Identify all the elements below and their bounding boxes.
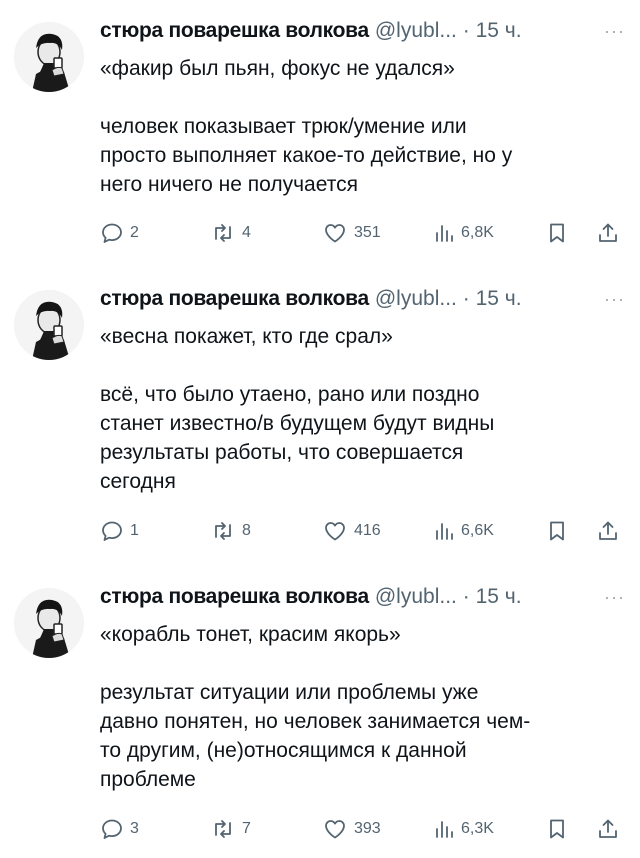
share-upload-icon [596, 519, 620, 543]
timestamp[interactable]: 15 ч. [476, 19, 522, 42]
tweet-header: стюра поварешка волкова @lyubl... · 15 ч.… [100, 16, 625, 46]
bookmark-button[interactable] [546, 218, 568, 248]
tweet-text: «факир был пьян, фокус не удался» челове… [100, 54, 620, 199]
tweet[interactable]: стюра поварешка волкова @lyubl... · 15 ч.… [0, 16, 640, 266]
reply-button[interactable]: 3 [100, 814, 139, 844]
repost-button[interactable]: 4 [210, 218, 251, 248]
speech-bubble-icon [100, 817, 124, 841]
separator-dot: · [462, 19, 470, 42]
repost-count: 7 [242, 820, 251, 837]
bookmark-icon [546, 221, 568, 245]
more-options-icon[interactable]: ··· [604, 284, 625, 314]
views-button[interactable]: 6,8K [433, 218, 494, 248]
speech-bubble-icon [100, 221, 124, 245]
like-count: 393 [354, 820, 381, 837]
author-handle[interactable]: @lyubl... [375, 287, 457, 310]
bar-chart-icon [433, 817, 455, 841]
separator-dot: · [462, 287, 470, 310]
avatar[interactable] [14, 290, 84, 360]
repost-button[interactable]: 7 [210, 814, 251, 844]
bar-chart-icon [433, 519, 455, 543]
speech-bubble-icon [100, 519, 124, 543]
share-upload-icon [596, 817, 620, 841]
tweet-quote: «корабль тонет, красим якорь» [100, 623, 401, 646]
separator-dot: · [462, 585, 470, 608]
bookmark-icon [546, 519, 568, 543]
repost-count: 8 [242, 522, 251, 539]
views-count: 6,6K [461, 522, 494, 539]
tweet[interactable]: стюра поварешка волкова @lyubl... · 15 ч.… [0, 284, 640, 564]
tweet-body-line: сегодня [100, 470, 176, 493]
tweet-text: «корабль тонет, красим якорь» результат … [100, 620, 620, 794]
heart-icon [322, 519, 348, 543]
tweet-quote: «факир был пьян, фокус не удался» [100, 57, 455, 80]
views-count: 6,8K [461, 224, 494, 241]
author-handle[interactable]: @lyubl... [375, 585, 457, 608]
tweet-body-line: проблеме [100, 768, 196, 791]
share-upload-icon [596, 221, 620, 245]
author-handle[interactable]: @lyubl... [375, 19, 457, 42]
tweet-body-line: результаты работы, что совершается [100, 441, 464, 464]
reply-count: 3 [130, 820, 139, 837]
reply-count: 1 [130, 522, 139, 539]
share-button[interactable] [596, 814, 620, 844]
more-options-icon[interactable]: ··· [604, 16, 625, 46]
bookmark-icon [546, 817, 568, 841]
tweet-text: «весна покажет, кто где срал» всё, что б… [100, 322, 620, 496]
repost-arrows-icon [210, 221, 236, 245]
tweet-actions: 3 7 393 6,3K [100, 814, 625, 844]
tweet-body-line: то другим, (не)относящимся к данной [100, 739, 467, 762]
tweet-body-line: просто выполняет какое-то действие, но у [100, 144, 513, 167]
reply-count: 2 [130, 224, 139, 241]
share-button[interactable] [596, 516, 620, 546]
author-name[interactable]: стюра поварешка волкова [100, 585, 369, 608]
author-name[interactable]: стюра поварешка волкова [100, 19, 369, 42]
heart-icon [322, 221, 348, 245]
bookmark-button[interactable] [546, 516, 568, 546]
repost-arrows-icon [210, 519, 236, 543]
more-options-icon[interactable]: ··· [604, 582, 625, 612]
tweet-actions: 1 8 416 6,6K [100, 516, 625, 546]
like-button[interactable]: 393 [322, 814, 381, 844]
repost-arrows-icon [210, 817, 236, 841]
avatar[interactable] [14, 22, 84, 92]
timestamp[interactable]: 15 ч. [476, 287, 522, 310]
tweet[interactable]: стюра поварешка волкова @lyubl... · 15 ч.… [0, 582, 640, 858]
tweet-body-line: результат ситуации или проблемы уже [100, 681, 479, 704]
views-button[interactable]: 6,3K [433, 814, 494, 844]
heart-icon [322, 817, 348, 841]
bar-chart-icon [433, 221, 455, 245]
views-button[interactable]: 6,6K [433, 516, 494, 546]
bookmark-button[interactable] [546, 814, 568, 844]
tweet-quote: «весна покажет, кто где срал» [100, 325, 393, 348]
like-count: 416 [354, 522, 381, 539]
like-count: 351 [354, 224, 381, 241]
timestamp[interactable]: 15 ч. [476, 585, 522, 608]
tweet-header: стюра поварешка волкова @lyubl... · 15 ч.… [100, 582, 625, 612]
tweet-body-line: станет известно/в будущем будут видны [100, 412, 495, 435]
tweet-body-line: давно понятен, но человек занимается чем… [100, 710, 531, 733]
author-name[interactable]: стюра поварешка волкова [100, 287, 369, 310]
repost-button[interactable]: 8 [210, 516, 251, 546]
reply-button[interactable]: 2 [100, 218, 139, 248]
like-button[interactable]: 351 [322, 218, 381, 248]
views-count: 6,3K [461, 820, 494, 837]
share-button[interactable] [596, 218, 620, 248]
tweet-body-line: человек показывает трюк/умение или [100, 115, 467, 138]
tweet-actions: 2 4 351 6,8K [100, 218, 625, 248]
avatar[interactable] [14, 588, 84, 658]
tweet-header: стюра поварешка волкова @lyubl... · 15 ч.… [100, 284, 625, 314]
like-button[interactable]: 416 [322, 516, 381, 546]
tweet-body-line: всё, что было утаено, рано или поздно [100, 383, 480, 406]
tweet-body-line: него ничего не получается [100, 173, 358, 196]
reply-button[interactable]: 1 [100, 516, 139, 546]
repost-count: 4 [242, 224, 251, 241]
